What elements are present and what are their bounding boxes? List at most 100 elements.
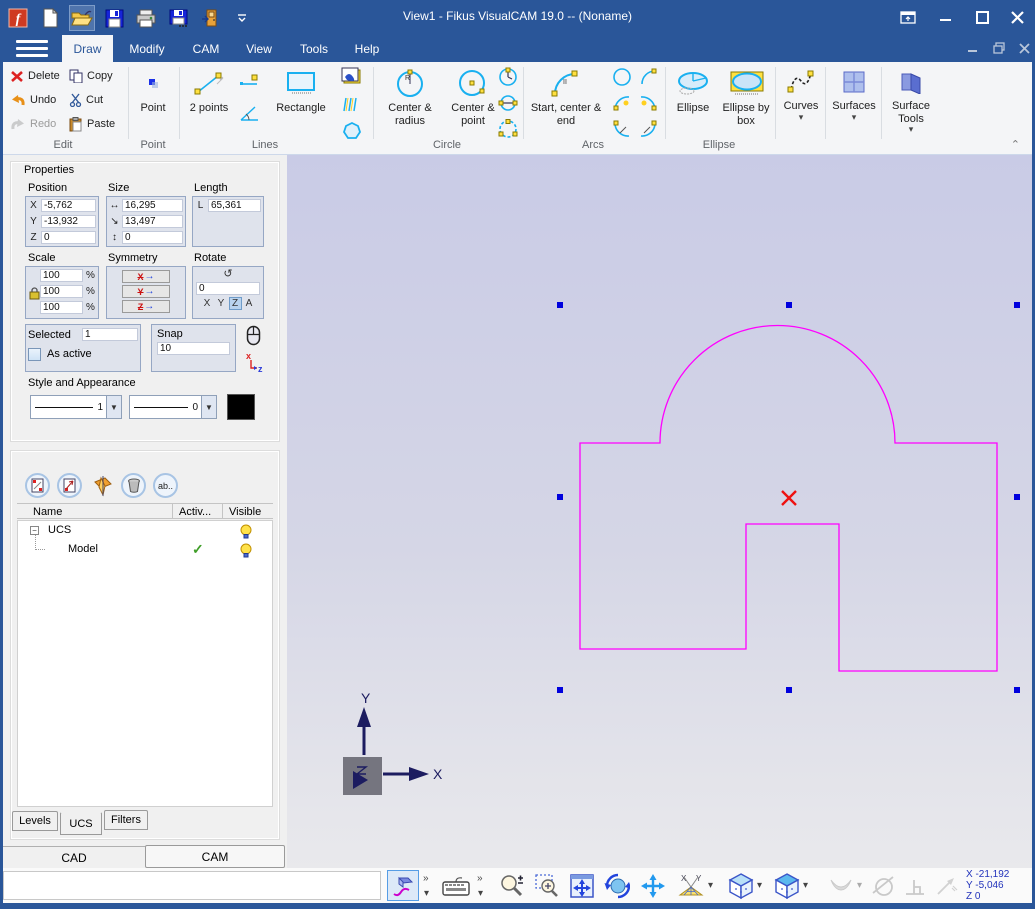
drawing-canvas[interactable]: Y X — [287, 155, 1032, 868]
rename-icon[interactable]: ab.. — [153, 473, 178, 498]
mdi-restore-icon[interactable] — [988, 39, 1010, 57]
iso-view-2-button[interactable] — [771, 870, 803, 901]
tab-filters[interactable]: Filters — [104, 810, 148, 830]
command-prompt-area[interactable] — [3, 871, 381, 900]
horizontal-line-icon[interactable] — [239, 70, 261, 92]
hamburger-menu-icon[interactable] — [16, 40, 48, 57]
tab-ucs[interactable]: UCS — [60, 812, 102, 835]
rotate-angle-input[interactable] — [196, 282, 260, 295]
column-header-active[interactable]: Activ... — [179, 506, 211, 518]
tab-view[interactable]: View — [236, 35, 282, 62]
iso-view-button[interactable] — [725, 870, 757, 901]
rotate-axis-y-button[interactable]: Y — [215, 297, 228, 310]
dropdown-caret-icon[interactable]: ▾ — [803, 880, 808, 891]
new-ucs-icon[interactable] — [25, 473, 50, 498]
selection-handle[interactable] — [786, 302, 792, 308]
surface-tools-button[interactable]: Surface Tools ▾ — [885, 66, 937, 142]
snap-mode-button[interactable] — [825, 870, 857, 901]
selection-handle[interactable] — [557, 687, 563, 693]
ellipse-button[interactable]: Ellipse — [669, 66, 717, 136]
dropdown-caret-icon[interactable]: ▾ — [857, 880, 862, 891]
circle-clock-icon[interactable] — [497, 66, 519, 88]
mdi-minimize-icon[interactable] — [962, 39, 984, 57]
tab-cad[interactable]: CAD — [3, 846, 145, 868]
scale-x-input[interactable] — [40, 269, 83, 282]
ellipse-by-box-button[interactable]: Ellipse by box — [719, 66, 773, 136]
dropdown-caret-icon[interactable]: ▾ — [424, 888, 429, 899]
ribbon-collapse-chevron-icon[interactable]: ⌃ — [1011, 138, 1020, 151]
expand-chevron-icon[interactable]: » — [423, 873, 429, 884]
circle-center-point-button[interactable]: Center & point — [445, 66, 501, 136]
zoom-in-out-button[interactable] — [495, 870, 527, 901]
close-button[interactable] — [1003, 6, 1031, 28]
xz-axes-icon[interactable]: x z — [243, 350, 265, 374]
arc-variant-icon[interactable] — [637, 66, 659, 88]
selection-handle[interactable] — [1014, 687, 1020, 693]
surfaces-dropdown-caret-icon[interactable]: ▾ — [852, 113, 857, 122]
zoom-window-button[interactable] — [531, 870, 563, 901]
rotate-axis-x-button[interactable]: X — [201, 297, 214, 310]
profile-icon[interactable] — [341, 66, 363, 88]
pin-window-icon[interactable] — [894, 6, 922, 28]
rotate-icon[interactable]: ↺ — [193, 267, 263, 281]
position-x-input[interactable] — [41, 199, 96, 212]
symmetry-x-button[interactable]: X→ — [122, 270, 170, 283]
cut-button[interactable]: Cut — [69, 90, 103, 110]
column-header-name[interactable]: Name — [33, 506, 62, 518]
mdi-close-icon[interactable] — [1013, 39, 1035, 57]
arc-variant-icon[interactable] — [611, 66, 633, 88]
circle-3-points-icon[interactable] — [497, 118, 519, 140]
line-width-combo[interactable]: 1 ▼ — [30, 395, 122, 419]
position-z-input[interactable] — [41, 231, 96, 244]
rectangle-button[interactable]: Rectangle — [267, 66, 335, 136]
dropdown-caret-icon[interactable]: ▾ — [757, 880, 762, 891]
snap-input[interactable] — [157, 342, 230, 355]
position-y-input[interactable] — [41, 215, 96, 228]
dropdown-caret-icon[interactable]: ▾ — [708, 880, 713, 891]
measure-arrow-button[interactable] — [930, 870, 962, 901]
pan-button[interactable] — [637, 870, 669, 901]
perpendicular-button[interactable] — [899, 870, 931, 901]
visible-bulb-icon[interactable] — [240, 543, 252, 558]
paste-button[interactable]: Paste — [69, 114, 115, 134]
size-width-input[interactable] — [122, 199, 183, 212]
tab-levels[interactable]: Levels — [12, 811, 58, 831]
mouse-icon[interactable] — [246, 325, 261, 346]
circle-diameter-icon[interactable] — [497, 92, 519, 114]
view-plane-xy-button[interactable]: XY — [675, 870, 707, 901]
arc-variant-icon[interactable] — [611, 118, 633, 140]
arc-variant-icon[interactable] — [637, 118, 659, 140]
multiline-icon[interactable] — [341, 94, 363, 116]
tree-row-model[interactable]: Model ✓ — [18, 541, 272, 559]
new-ucs-by-geometry-icon[interactable] — [57, 473, 82, 498]
dropdown-caret-icon[interactable]: ▾ — [478, 888, 483, 899]
surfaces-button[interactable]: Surfaces ▾ — [829, 66, 879, 142]
tab-modify[interactable]: Modify — [117, 35, 177, 62]
polygon-icon[interactable] — [341, 120, 363, 142]
tree-expander-icon[interactable]: − — [30, 526, 39, 535]
selection-handle[interactable] — [1014, 302, 1020, 308]
undo-button[interactable]: Undo — [10, 90, 56, 110]
rotate-axis-a-button[interactable]: A — [243, 297, 256, 310]
rotate-axis-z-button[interactable]: Z — [229, 297, 242, 310]
tangent-circle-button[interactable] — [867, 870, 899, 901]
keyboard-input-button[interactable] — [440, 870, 472, 901]
circle-center-radius-button[interactable]: R Center & radius — [377, 66, 443, 136]
line-style-caret-icon[interactable]: ▼ — [201, 396, 216, 418]
maximize-button[interactable] — [968, 6, 996, 28]
line-2-points-button[interactable]: 2 points — [183, 66, 235, 136]
selection-handle[interactable] — [557, 494, 563, 500]
redo-button[interactable]: Redo — [10, 114, 56, 134]
size-height-input[interactable] — [122, 215, 183, 228]
selected-count-input[interactable] — [82, 328, 138, 341]
copy-button[interactable]: Copy — [69, 66, 113, 86]
delete-button[interactable]: Delete — [10, 66, 60, 86]
point-button[interactable]: Point — [130, 66, 176, 136]
arc-start-center-end-button[interactable]: II Start, center & end — [527, 66, 605, 136]
ucs-planes-icon[interactable] — [89, 473, 114, 498]
tab-help[interactable]: Help — [346, 35, 388, 62]
surface-tools-dropdown-caret-icon[interactable]: ▾ — [909, 125, 914, 134]
selection-handle[interactable] — [1014, 494, 1020, 500]
size-depth-input[interactable] — [122, 231, 183, 244]
selection-handle[interactable] — [557, 302, 563, 308]
